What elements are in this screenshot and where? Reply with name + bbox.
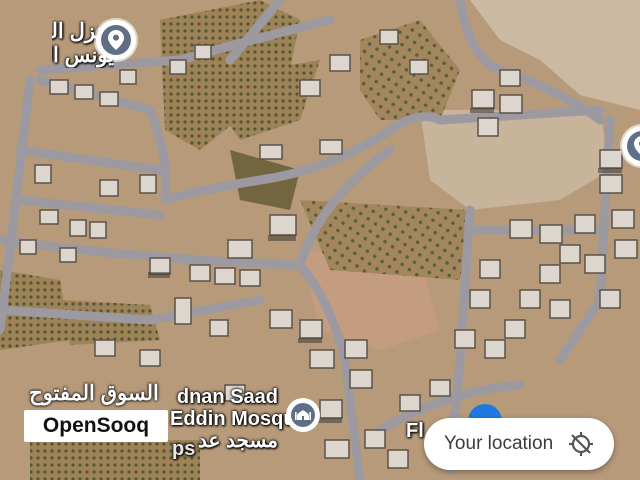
mosque-label-line2: Eddin Mosque (170, 408, 307, 430)
brand-name-arabic: السوق المفتوح (29, 382, 159, 405)
mosque-pin[interactable] (286, 398, 320, 432)
map-pin-icon (627, 131, 640, 161)
mosque-icon (291, 403, 315, 427)
brand-name-english: OpenSooq (24, 410, 168, 442)
your-location-label: Your location (444, 433, 554, 454)
place-pin[interactable] (96, 20, 136, 60)
your-location-button[interactable]: Your location (424, 418, 614, 470)
mosque-label-line1: dnan Saad (176, 386, 278, 408)
map-pin-icon (101, 25, 131, 55)
locate-crosshair-icon (566, 429, 596, 459)
opensooq-watermark: السوق المفتوح OpenSooq (24, 382, 168, 442)
partial-label-fl: Fl (406, 420, 424, 442)
partial-label-ps: ps (172, 438, 196, 460)
